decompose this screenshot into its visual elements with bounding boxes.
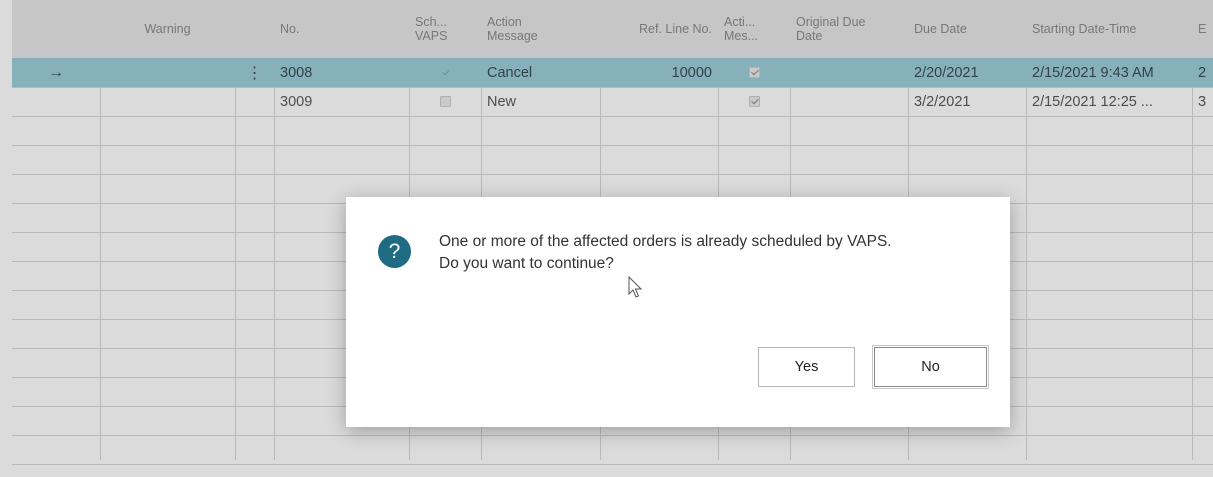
dialog-message-line2: Do you want to continue? [439,255,614,272]
dialog-message: One or more of the affected orders is al… [439,231,999,275]
yes-button[interactable]: Yes [758,347,855,387]
mouse-pointer-icon [628,276,643,298]
question-icon: ? [378,235,411,268]
no-button[interactable]: No [872,345,989,389]
confirmation-dialog: ? One or more of the affected orders is … [346,197,1010,427]
dialog-message-line1: One or more of the affected orders is al… [439,233,892,250]
screen: Warning No. Sch... VAPS Action Message Ref. … [0,0,1213,477]
